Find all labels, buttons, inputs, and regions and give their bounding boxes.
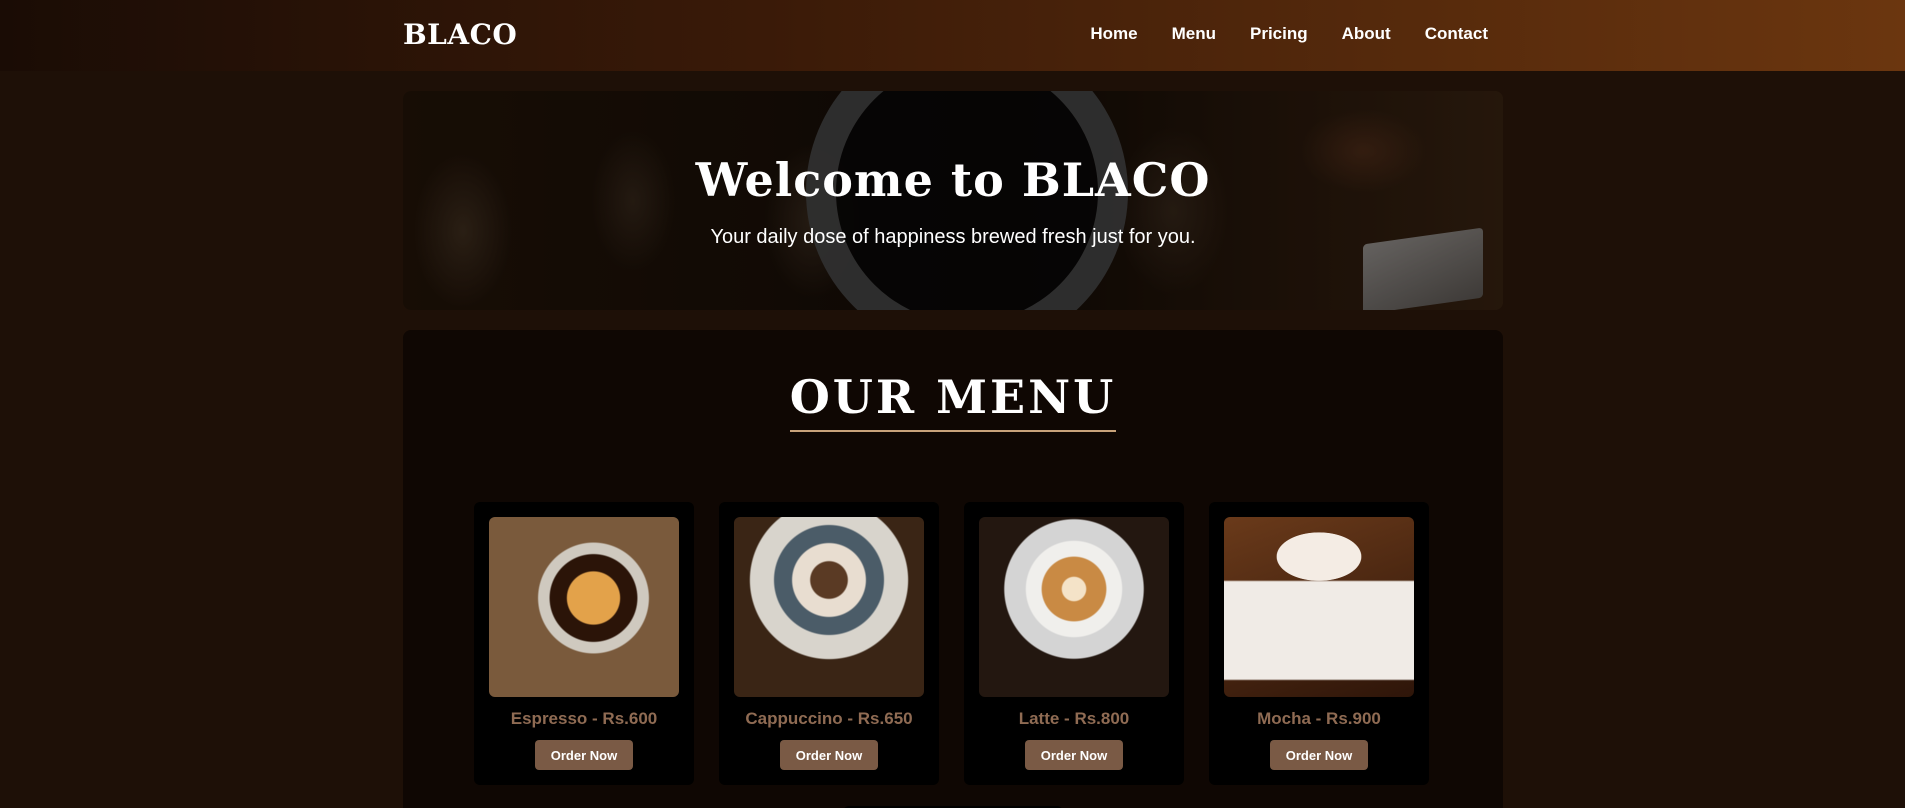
menu-item-name: Espresso - Rs.600 — [510, 709, 658, 728]
menu-item-name: Cappuccino - Rs.650 — [745, 709, 913, 728]
menu-section: OUR MENU Espresso - Rs.600 Order Now Cap… — [403, 330, 1503, 808]
mocha-image — [1224, 517, 1414, 697]
nav-about[interactable]: About — [1342, 24, 1391, 44]
menu-heading: OUR MENU — [403, 370, 1503, 432]
menu-card-cappuccino: Cappuccino - Rs.650 Order Now — [719, 502, 939, 785]
order-now-button[interactable]: Order Now — [780, 740, 878, 770]
order-now-button[interactable]: Order Now — [1270, 740, 1368, 770]
menu-cards: Espresso - Rs.600 Order Now Cappuccino -… — [474, 502, 1429, 785]
hero-subtitle: Your daily dose of happiness brewed fres… — [710, 226, 1196, 248]
menu-card-espresso: Espresso - Rs.600 Order Now — [474, 502, 694, 785]
top-navbar: BLACO Home Menu Pricing About Contact — [0, 0, 1905, 71]
menu-title: OUR MENU — [789, 370, 1117, 432]
main-nav: Home Menu Pricing About Contact — [1056, 24, 1488, 44]
brand-logo[interactable]: BLACO — [403, 18, 517, 51]
menu-card-latte: Latte - Rs.800 Order Now — [964, 502, 1184, 785]
cappuccino-image — [734, 517, 924, 697]
order-now-button[interactable]: Order Now — [1025, 740, 1123, 770]
nav-contact[interactable]: Contact — [1425, 24, 1488, 44]
menu-item-name: Latte - Rs.800 — [1018, 709, 1130, 728]
nav-menu[interactable]: Menu — [1172, 24, 1216, 44]
nav-pricing[interactable]: Pricing — [1250, 24, 1308, 44]
latte-image — [979, 517, 1169, 697]
espresso-image — [489, 517, 679, 697]
nav-home[interactable]: Home — [1090, 24, 1137, 44]
menu-card-mocha: Mocha - Rs.900 Order Now — [1209, 502, 1429, 785]
order-now-button[interactable]: Order Now — [535, 740, 633, 770]
menu-item-name: Mocha - Rs.900 — [1257, 709, 1381, 728]
hero-title: Welcome to BLACO — [695, 153, 1211, 207]
hero-banner: Welcome to BLACO Your daily dose of happ… — [403, 91, 1503, 310]
